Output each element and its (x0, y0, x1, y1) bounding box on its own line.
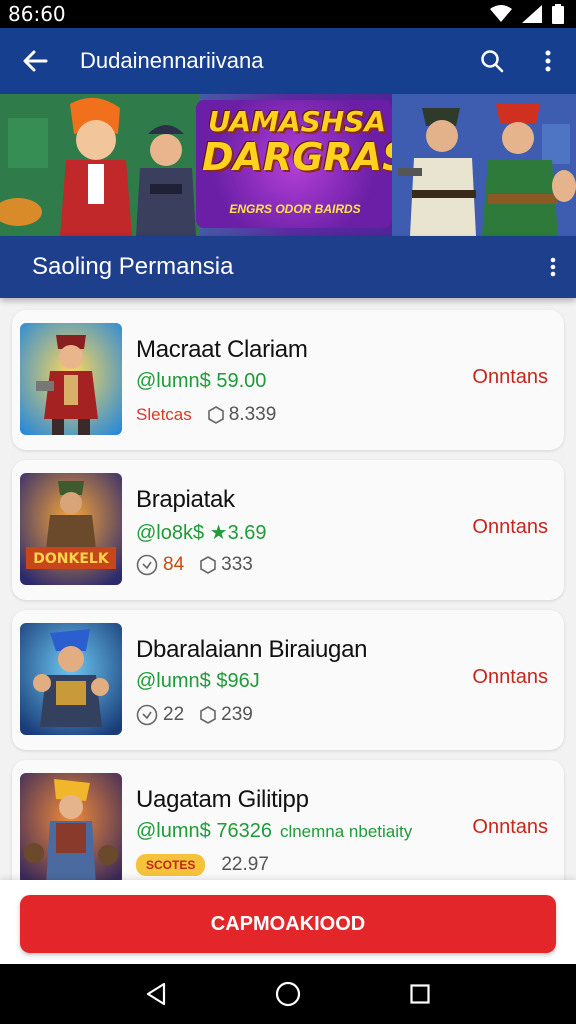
game-thumbnail (20, 623, 122, 735)
game-action-link[interactable]: Onntans (472, 816, 548, 839)
nav-back-button[interactable] (126, 964, 186, 1024)
banner-right-characters (392, 94, 576, 236)
game-badge: SCOTES (136, 854, 206, 876)
downloads-value: 84 (163, 554, 185, 575)
nav-recents-button[interactable] (390, 964, 450, 1024)
game-rating: 8.339 (207, 404, 277, 426)
promo-banner[interactable]: UAMASHSA DARGRASI! ENGRS ODOR BAIRDS (0, 94, 576, 236)
game-price: @lumn$ $96J (136, 670, 260, 692)
back-button[interactable] (0, 28, 70, 94)
signal-icon (522, 5, 542, 23)
game-action-link[interactable]: Onntans (472, 516, 548, 539)
game-card[interactable]: DONKELK Brapiatak @lo8k$ ★3.69 84 333 On… (12, 460, 564, 600)
game-name: Dbaralaiann Biraiugan (136, 636, 368, 663)
game-downloads: 22 (136, 704, 184, 726)
search-icon (481, 50, 504, 73)
game-downloads: 84 (136, 554, 184, 576)
section-title: Saoling Permansia (32, 253, 234, 280)
status-bar: 86:60 (0, 0, 576, 28)
rating-value: 22.97 (221, 854, 269, 875)
badge-label: SCOTES (136, 854, 206, 876)
game-rating: 22.97 (221, 854, 269, 876)
banner-subtext: ENGRS ODOR BAIRDS (229, 202, 361, 216)
svg-text:DONKELK: DONKELK (33, 551, 110, 567)
rating-icon (200, 556, 216, 574)
game-price: @lumn$ 59.00 (136, 370, 267, 392)
downloads-value: 22 (163, 704, 185, 725)
wifi-icon (490, 5, 512, 22)
banner-left-characters (0, 94, 200, 236)
game-thumbnail (20, 323, 122, 435)
game-action-link[interactable]: Onntans (472, 666, 548, 689)
download-icon (136, 554, 158, 576)
game-card[interactable]: Macraat Clariam @lumn$ 59.00 Sletcas 8.3… (12, 310, 564, 450)
game-action-link[interactable]: Onntans (472, 366, 548, 389)
game-price: @lo8k$ ★3.69 (136, 522, 267, 544)
download-icon (136, 704, 158, 726)
section-header: Saoling Permansia (0, 236, 576, 298)
price-value: @lumn$ 76326 (136, 820, 272, 842)
arrow-left-icon (23, 50, 48, 72)
rating-value: 8.339 (228, 404, 277, 425)
banner-headline-line2: DARGRASI! (202, 135, 441, 179)
price-note: clnemna nbetiaity (279, 822, 413, 841)
battery-icon (552, 4, 564, 24)
game-meta: 84 333 (136, 554, 269, 576)
game-price: @lumn$ 76326 clnemna nbetiaity (136, 820, 412, 843)
system-nav-bar (0, 964, 576, 1024)
game-card[interactable]: Dbaralaiann Biraiugan @lumn$ $96J 22 239… (12, 610, 564, 750)
game-rating: 333 (200, 554, 253, 576)
triangle-back-icon (146, 982, 166, 1006)
status-time: 86:60 (8, 2, 66, 26)
banner-headline: UAMASHSA DARGRASI! (202, 105, 441, 179)
game-name: Brapiatak (136, 486, 235, 513)
banner-headline-line1: UAMASHSA (207, 105, 387, 138)
game-name: Macraat Clariam (136, 336, 308, 363)
game-thumbnail: DONKELK (20, 473, 122, 585)
app-bar: Dudainennariivana (0, 28, 576, 94)
more-options-button[interactable] (520, 28, 576, 94)
square-recents-icon (410, 984, 430, 1004)
game-card[interactable]: Uagatam Gilitipp @lumn$ 76326 clnemna nbe… (12, 760, 564, 900)
nav-home-button[interactable] (258, 964, 318, 1024)
game-meta: Sletcas 8.339 (136, 404, 292, 426)
rating-value: 333 (221, 554, 253, 575)
primary-action-button[interactable]: CAPMOAKIOOD (20, 895, 556, 953)
rating-value: 239 (221, 704, 253, 725)
bottom-action-panel: CAPMOAKIOOD (0, 880, 576, 964)
game-name: Uagatam Gilitipp (136, 786, 309, 813)
app-title: Dudainennariivana (80, 48, 264, 73)
rating-icon (207, 406, 224, 424)
rating-icon (200, 706, 216, 724)
app-actions (464, 28, 576, 94)
more-vertical-icon[interactable] (550, 257, 556, 277)
game-rating: 239 (200, 704, 253, 726)
game-meta: 22 239 (136, 704, 269, 726)
game-tag: Sletcas (136, 405, 192, 424)
game-thumbnail (20, 773, 122, 885)
status-icons (490, 4, 564, 24)
game-list: Macraat Clariam @lumn$ 59.00 Sletcas 8.3… (12, 310, 564, 910)
game-meta: SCOTES 22.97 (136, 854, 285, 876)
more-vertical-icon (545, 50, 551, 72)
search-button[interactable] (464, 28, 520, 94)
circle-home-icon (275, 981, 301, 1007)
